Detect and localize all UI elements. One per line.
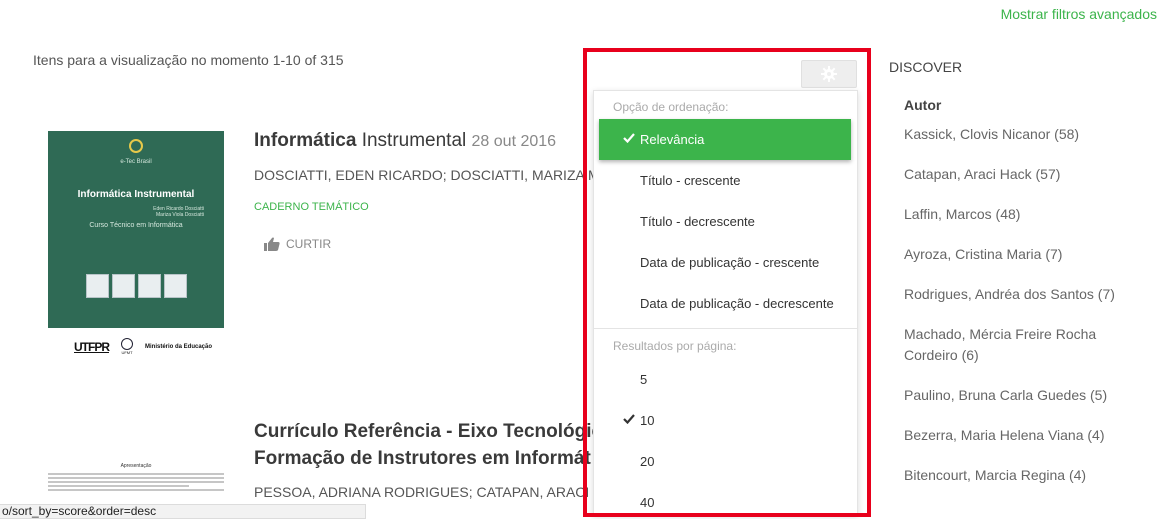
item-thumbnail[interactable]: Apresentação: [48, 463, 224, 508]
sort-option-title-asc[interactable]: Título - crescente: [594, 160, 857, 201]
show-advanced-filters-link[interactable]: Mostrar filtros avançados: [1001, 6, 1157, 22]
sort-option-date-desc[interactable]: Data de publicação - decrescente: [594, 283, 857, 324]
item-date: 28 out 2016: [471, 133, 557, 150]
facet-item[interactable]: Kassick, Clovis Nicanor (58): [904, 124, 1144, 145]
item-thumbnail[interactable]: e-Tec Brasil Informática Instrumental Ed…: [48, 131, 224, 328]
thumbnail-screenshots: [86, 274, 187, 298]
facet-item[interactable]: Bezerra, Maria Helena Viana (4): [904, 425, 1144, 446]
sort-option-relevance[interactable]: Relevância: [599, 119, 851, 160]
rpp-option-5[interactable]: 5: [594, 359, 857, 400]
checkmark-icon: [623, 133, 635, 143]
facet-item[interactable]: Laffin, Marcos (48): [904, 204, 1144, 225]
like-button[interactable]: CURTIR: [264, 237, 331, 251]
rpp-option-40[interactable]: 40: [594, 482, 857, 514]
facet-item[interactable]: Rodrigues, Andréa dos Santos (7): [904, 284, 1144, 305]
sort-options-header: Opção de ordenação:: [613, 100, 729, 114]
facet-item[interactable]: Bitencourt, Marcia Regina (4): [904, 465, 1144, 486]
sort-option-date-asc[interactable]: Data de publicação - crescente: [594, 242, 857, 283]
results-count: Itens para a visualização no momento 1-1…: [33, 52, 344, 68]
facet-item[interactable]: Catapan, Araci Hack (57): [904, 164, 1144, 185]
rpp-option-10[interactable]: 10: [594, 400, 857, 441]
facet-author-heading: Autor: [904, 97, 942, 113]
item-authors[interactable]: DOSCIATTI, EDEN RICARDO; DOSCIATTI, MARI…: [254, 167, 614, 183]
author-facet-list: Kassick, Clovis Nicanor (58) Catapan, Ar…: [904, 124, 1144, 505]
thumbs-up-icon: [264, 237, 280, 251]
item-authors[interactable]: PESSOA, ADRIANA RODRIGUES; CATAPAN, ARAC…: [254, 484, 613, 500]
checkmark-icon: [623, 414, 635, 424]
thumbnail-footer-logos: UTFPR UFMT Ministério da Educação: [74, 338, 212, 355]
thumbnail-subtitle: Curso Técnico em Informática: [89, 222, 183, 229]
ministry-logo: Ministério da Educação: [145, 343, 213, 350]
item-type-badge: CADERNO TEMÁTICO: [254, 201, 369, 213]
etec-logo: e-Tec Brasil: [48, 139, 224, 165]
utfpr-logo: UTFPR: [74, 339, 110, 354]
thumbnail-title: Informática Instrumental: [77, 189, 195, 200]
results-per-page-header: Resultados por página:: [613, 339, 737, 353]
sort-options-button[interactable]: [801, 60, 857, 88]
browser-status-bar: o/sort_by=score&order=desc: [0, 504, 366, 519]
gear-icon: [821, 66, 837, 82]
thumbnail-authors: Eden Ricardo Dosciatti Mariza Viola Dosc…: [153, 206, 204, 218]
item-title[interactable]: Informática Instrumental 28 out 2016: [254, 127, 556, 155]
item-title[interactable]: Currículo Referência - Eixo Tecnológic F…: [254, 418, 602, 472]
facet-item[interactable]: Ayroza, Cristina Maria (7): [904, 244, 1144, 265]
facet-item[interactable]: Paulino, Bruna Carla Guedes (5): [904, 385, 1144, 406]
rpp-option-20[interactable]: 20: [594, 441, 857, 482]
sort-dropdown-menu: Opção de ordenação: Relevância Título - …: [593, 90, 858, 515]
ufmt-seal: UFMT: [121, 338, 133, 355]
discover-title: DISCOVER: [889, 59, 963, 75]
sort-option-title-desc[interactable]: Título - decrescente: [594, 201, 857, 242]
facet-item[interactable]: Machado, Mércia Freire Rocha Cordeiro (6…: [904, 324, 1144, 366]
